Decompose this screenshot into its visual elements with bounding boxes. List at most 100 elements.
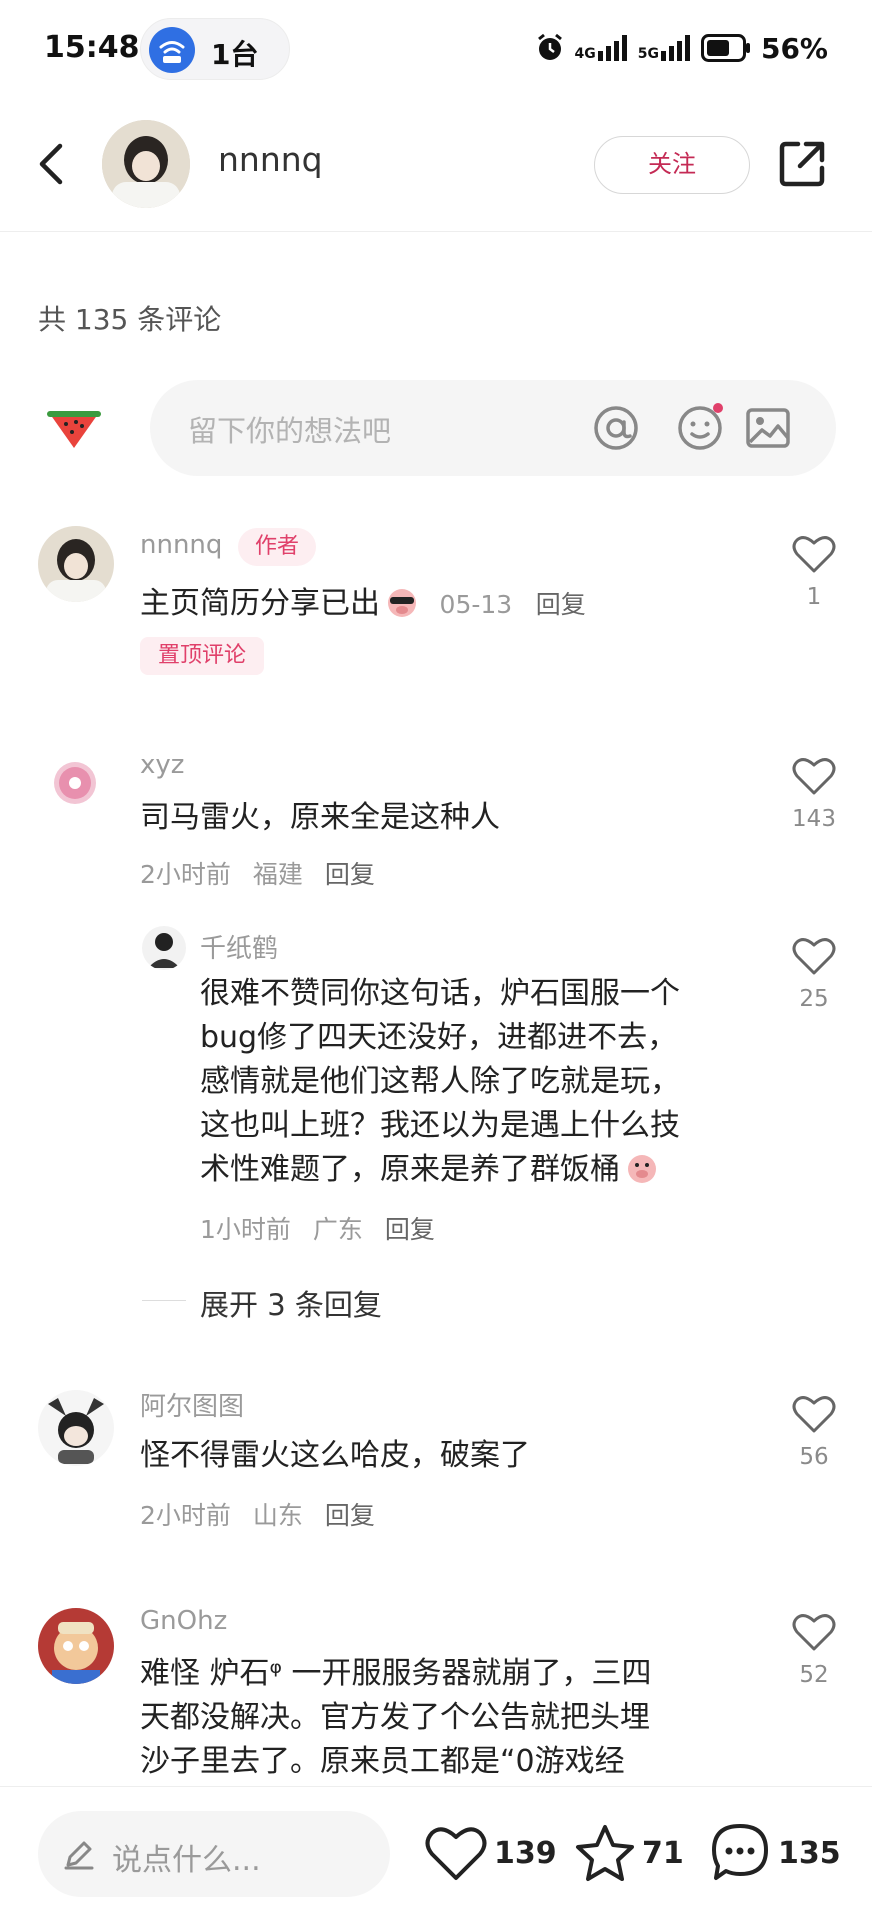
reply-button[interactable]: 回复 bbox=[325, 1501, 375, 1530]
reply-text: 很难不赞同你这句话，炉石国服一个 bug修了四天还没好，进都进不去， 感情就是他… bbox=[200, 972, 680, 1192]
battery-percent: 56% bbox=[760, 31, 828, 65]
post-comment-count: 135 bbox=[778, 1835, 841, 1871]
favorite-post-button[interactable]: 71 bbox=[574, 1813, 684, 1893]
comment-time: 2小时前 bbox=[140, 860, 231, 889]
like-post-button[interactable]: 139 bbox=[424, 1813, 557, 1893]
comment-input[interactable]: 留下你的想法吧 bbox=[150, 380, 836, 476]
comment-text-line: 难怪 炉石ᵠ 一开服服务器就崩了，三四 bbox=[140, 1656, 652, 1691]
pig-sunglasses-emoji-icon bbox=[388, 589, 416, 617]
comment-text: 怪不得雷火这么哈皮，破案了 bbox=[140, 1438, 530, 1473]
author-name[interactable]: nnnnq bbox=[218, 140, 323, 179]
signal-5g-icon: 5G bbox=[638, 35, 691, 61]
expand-divider bbox=[142, 1300, 186, 1301]
reply-location: 广东 bbox=[312, 1215, 363, 1244]
pinned-badge: 置顶评论 bbox=[140, 637, 264, 675]
watermelon-emoji-icon bbox=[47, 411, 101, 448]
reply-text-line: 很难不赞同你这句话，炉石国服一个 bbox=[200, 976, 680, 1011]
like-button[interactable]: 56 bbox=[784, 1394, 844, 1470]
reply-time: 1小时前 bbox=[200, 1215, 291, 1244]
heart-icon bbox=[792, 1396, 836, 1433]
like-count: 143 bbox=[792, 806, 836, 832]
comment-text: 主页简历分享已出 05-13 回复 bbox=[140, 582, 586, 627]
comment-avatar[interactable] bbox=[52, 760, 98, 806]
reply-meta: 1小时前 广东 回复 bbox=[200, 1210, 435, 1246]
comment-meta: 2小时前 福建 回复 bbox=[140, 855, 375, 891]
hotspot-icon bbox=[149, 27, 195, 73]
back-button[interactable] bbox=[28, 136, 74, 192]
hotspot-count: 1台 bbox=[211, 38, 259, 71]
comment-text: 难怪 炉石ᵠ 一开服服务器就崩了，三四 天都没解决。官方发了个公告就把头埋 沙子… bbox=[140, 1652, 652, 1784]
reply-button[interactable]: 回复 bbox=[325, 860, 375, 889]
network-label-1: 4G bbox=[574, 46, 596, 62]
emoji-icon[interactable] bbox=[674, 402, 726, 454]
reply-author[interactable]: 千纸鹤 bbox=[200, 928, 278, 965]
share-icon bbox=[779, 141, 825, 187]
battery-icon bbox=[700, 34, 750, 62]
reply-button[interactable]: 回复 bbox=[385, 1215, 435, 1244]
comment-text: 司马雷火，原来全是这种人 bbox=[140, 800, 500, 835]
like-count: 25 bbox=[799, 986, 829, 1012]
status-bar: 15:48 1台 4G 5G 56% bbox=[0, 0, 872, 96]
like-button[interactable]: 143 bbox=[784, 756, 844, 832]
hotspot-pill[interactable]: 1台 bbox=[140, 18, 290, 80]
status-indicators: 4G 5G 56% bbox=[535, 28, 828, 68]
comment-author[interactable]: xyz bbox=[140, 750, 184, 780]
comment-time: 2小时前 bbox=[140, 1501, 231, 1530]
like-count: 1 bbox=[806, 584, 822, 610]
heart-icon bbox=[792, 536, 836, 573]
bottom-comment-input[interactable]: 说点什么... bbox=[38, 1811, 390, 1897]
heart-icon bbox=[792, 1614, 836, 1651]
comment-author[interactable]: nnnnq bbox=[140, 530, 222, 560]
post-header: nnnnq 关注 bbox=[0, 96, 872, 232]
bottom-action-bar: 说点什么... 139 71 135 bbox=[0, 1786, 872, 1920]
reply-button[interactable]: 回复 bbox=[536, 590, 586, 619]
comment-author[interactable]: GnOhz bbox=[140, 1606, 227, 1636]
author-badge: 作者 bbox=[238, 528, 316, 566]
mention-icon[interactable] bbox=[590, 402, 642, 454]
like-count: 52 bbox=[799, 1662, 829, 1688]
star-icon bbox=[576, 1825, 634, 1881]
bottom-input-placeholder: 说点什么... bbox=[112, 1843, 261, 1878]
comment-location: 福建 bbox=[252, 860, 303, 889]
reply-text-line: bug修了四天还没好，进都进不去， bbox=[200, 1020, 678, 1055]
comment-meta: 2小时前 山东 回复 bbox=[140, 1496, 375, 1532]
comment-avatar[interactable] bbox=[38, 526, 114, 602]
signal-4g-icon: 4G bbox=[575, 35, 628, 61]
comment-bubble-icon bbox=[712, 1824, 768, 1880]
network-label-2: 5G bbox=[637, 46, 659, 62]
heart-icon bbox=[425, 1827, 487, 1880]
pig-emoji-icon bbox=[628, 1155, 656, 1183]
comment-author[interactable]: 阿尔图图 bbox=[140, 1386, 244, 1423]
comment-input-placeholder: 留下你的想法吧 bbox=[188, 414, 392, 448]
image-icon[interactable] bbox=[742, 402, 794, 454]
comment-post-button[interactable]: 135 bbox=[708, 1813, 841, 1893]
share-button[interactable] bbox=[774, 136, 830, 192]
reply-avatar[interactable] bbox=[142, 926, 186, 970]
heart-icon bbox=[792, 938, 836, 975]
comment-avatar[interactable] bbox=[38, 1390, 114, 1466]
post-favorite-count: 71 bbox=[642, 1835, 684, 1871]
reply-text-line: 感情就是他们这帮人除了吃就是玩， bbox=[200, 1064, 680, 1099]
like-count: 56 bbox=[799, 1444, 829, 1470]
pen-icon bbox=[64, 1841, 94, 1870]
heart-icon bbox=[792, 758, 836, 795]
comment-text-line: 沙子里去了。原来员工都是“0游戏经 bbox=[140, 1744, 625, 1779]
author-avatar[interactable] bbox=[102, 120, 190, 208]
reply-text-content: 术性难题了，原来是养了群饭桶 bbox=[200, 1152, 620, 1187]
comment-location: 山东 bbox=[252, 1501, 303, 1530]
like-button[interactable]: 1 bbox=[784, 534, 844, 610]
comment-text-content: 主页简历分享已出 bbox=[140, 586, 380, 621]
reply-text-line-last: 术性难题了，原来是养了群饭桶 bbox=[200, 1148, 680, 1192]
like-button[interactable]: 52 bbox=[784, 1612, 844, 1688]
status-time: 15:48 bbox=[44, 30, 140, 65]
alarm-icon bbox=[537, 33, 562, 60]
expand-replies-button[interactable]: 展开 3 条回复 bbox=[200, 1282, 382, 1324]
follow-button[interactable]: 关注 bbox=[594, 136, 750, 194]
like-button[interactable]: 25 bbox=[784, 936, 844, 1012]
comment-time: 05-13 bbox=[439, 590, 513, 619]
comment-total: 共 135 条评论 bbox=[38, 303, 222, 336]
chevron-left-icon bbox=[39, 143, 63, 185]
post-like-count: 139 bbox=[494, 1835, 557, 1871]
comment-text-line: 天都没解决。官方发了个公告就把头埋 bbox=[140, 1700, 650, 1735]
comment-avatar[interactable] bbox=[38, 1608, 114, 1684]
